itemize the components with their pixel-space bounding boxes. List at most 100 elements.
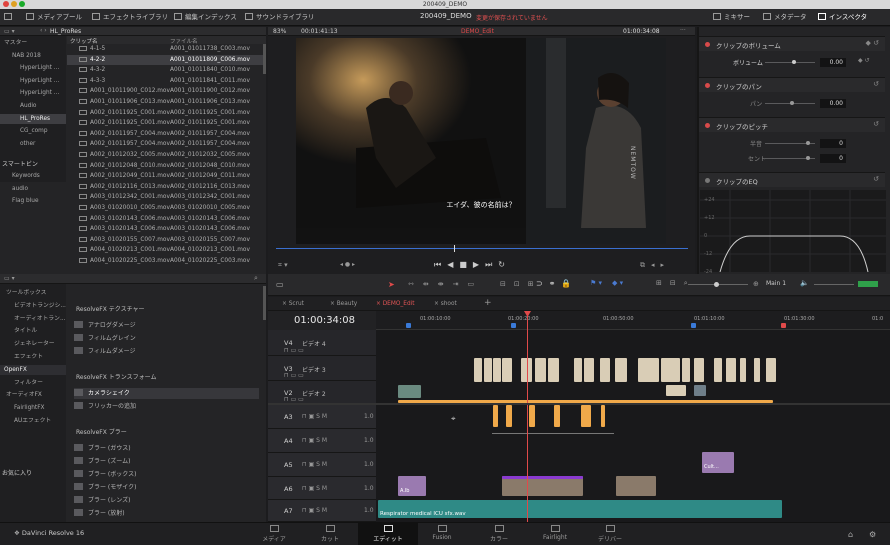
bin-item[interactable]: HL_ProRes (0, 113, 66, 124)
edit-tools[interactable]: ⇿⇹⇼⇥▭ (408, 280, 483, 288)
timeline-clip[interactable] (600, 358, 610, 382)
track-controls[interactable]: ⊓ ▭ ▭ (284, 347, 304, 354)
reset-icon[interactable]: ↺ (873, 175, 879, 183)
clip-row[interactable]: A004_01020213_C001.mov A004_01020213_C001… (67, 245, 263, 255)
clip-row[interactable]: A002_01012032_C005.mov A002_01012032_C005… (67, 150, 263, 160)
timeline-clip[interactable] (584, 358, 594, 382)
clip-row[interactable]: A003_01020143_C006.mov A003_01020143_C006… (67, 224, 263, 234)
inspector-button[interactable]: インスペクタ (818, 12, 867, 23)
panel-layout-icon[interactable]: ▭ ▾ (4, 275, 15, 282)
viewer-options-icon[interactable]: ··· (680, 27, 686, 34)
effects-tree-item[interactable]: タイトル (0, 326, 66, 336)
clip-row[interactable]: A002_01011925_C001.mov A002_01011925_C001… (67, 118, 263, 128)
effect-item[interactable]: フィルムダメージ (74, 346, 135, 357)
timeline-clip[interactable] (574, 358, 582, 382)
timeline-clip[interactable] (666, 385, 686, 396)
clip-row[interactable]: 4-3-2 A001_01011840_C010.mov (67, 65, 263, 75)
keyframe-icon[interactable]: ◆ ↺ (858, 57, 870, 64)
transport-controls[interactable]: ⏮◀■▶⏭↻ (434, 260, 511, 270)
timeline-marker-icon[interactable] (781, 323, 786, 328)
reset-icon[interactable]: ◆ ↺ (866, 39, 879, 47)
jog-control-icon[interactable]: ◂ ● ▸ (340, 261, 355, 268)
page-tab[interactable]: メディア (244, 522, 304, 545)
timeline-clip[interactable] (694, 358, 704, 382)
clip-row[interactable]: A002_01012049_C011.mov A002_01012049_C011… (67, 171, 263, 181)
clip-row[interactable]: A003_01020155_C007.mov A003_01020155_C007… (67, 235, 263, 245)
selection-tool-icon[interactable]: ➤ (388, 280, 395, 289)
clip-row[interactable]: A003_01012342_C001.mov A003_01012342_C001… (67, 192, 263, 202)
clip-row[interactable]: A002_01011957_C004.mov A002_01011957_C004… (67, 129, 263, 139)
timeline-clip[interactable] (535, 358, 546, 382)
reset-icon[interactable]: ↺ (873, 80, 879, 88)
a5-clip[interactable]: Cult... (702, 452, 734, 473)
smart-bin-item[interactable]: Keywords (0, 171, 66, 181)
flag-icon[interactable]: ⚑ ▾ (590, 279, 602, 287)
effect-item[interactable]: ブラー (レンズ) (74, 495, 130, 506)
timeline-tab[interactable]: × Beauty (326, 299, 361, 309)
timeline-tab[interactable]: × shoot (430, 299, 461, 309)
timeline-clip[interactable] (638, 358, 659, 382)
timeline-clip[interactable] (661, 358, 680, 382)
clip-volume-section[interactable]: クリップのボリューム ◆ ↺ (699, 36, 885, 51)
effect-item[interactable]: カメラシェイク (74, 388, 259, 399)
close-icon[interactable]: × (282, 301, 289, 307)
timeline-clip[interactable] (548, 358, 559, 382)
bin-item[interactable]: other (0, 139, 66, 149)
minimize-icon[interactable] (11, 1, 17, 7)
timeline-clip[interactable] (484, 358, 492, 382)
smart-bin-item[interactable]: audio (0, 184, 66, 194)
clip-row[interactable]: A001_01011906_C013.mov A001_01011906_C013… (67, 97, 263, 107)
master-volume-slider[interactable] (814, 284, 854, 285)
maximize-icon[interactable] (19, 1, 25, 7)
audio-track-controls[interactable]: ⊓ ▣ S M (302, 461, 327, 468)
v2-clip[interactable] (694, 385, 706, 396)
clip-row[interactable]: 4-1-5 A001_01011738_C003.mov (67, 44, 263, 54)
volume-icon[interactable]: 🔈 (800, 279, 809, 287)
cent-value[interactable]: 0 (820, 154, 846, 163)
effect-item[interactable]: ブラー (ズーム) (74, 456, 130, 467)
timeline-marker-icon[interactable] (406, 323, 411, 328)
viewer-scrub-bar[interactable] (276, 248, 688, 249)
audio-track-controls[interactable]: ⊓ ▣ S M (302, 413, 327, 420)
track-lanes[interactable]: Cult... A.lb Respirator medical ICU sfx.wa… (376, 330, 890, 522)
effects-tree-item[interactable]: OpenFX (0, 364, 66, 375)
volume-value[interactable]: 0.00 (820, 58, 846, 67)
a6-clip[interactable] (616, 476, 656, 496)
timeline-clip[interactable] (474, 358, 482, 382)
clip-row[interactable]: A003_01020143_C006.mov A003_01020143_C006… (67, 214, 263, 224)
timeline-ruler[interactable]: 01:00:10:00 01:00:20:00 01:00:50:00 01:01:1… (376, 311, 890, 330)
a6-clip[interactable] (502, 476, 583, 496)
effects-tree-item[interactable]: オーディオFX (0, 390, 66, 400)
sound-library-button[interactable]: サウンドライブラリ (245, 12, 315, 23)
bin-item[interactable]: CG_comp (0, 126, 66, 136)
marker-icon[interactable]: ◆ ▾ (612, 279, 623, 287)
close-icon[interactable]: × (376, 301, 383, 307)
effect-item[interactable]: アナログダメージ (74, 320, 136, 331)
timeline-clip[interactable] (615, 358, 627, 382)
close-icon[interactable]: × (434, 301, 441, 307)
pan-slider-handle[interactable] (790, 101, 794, 105)
page-tab[interactable]: Fusion (412, 522, 472, 545)
audio-track-controls[interactable]: ⊓ ▣ S M (302, 485, 327, 492)
timeline-clip[interactable] (682, 358, 690, 382)
timeline-clip[interactable] (714, 358, 722, 382)
main-track-select[interactable]: Main 1 (766, 280, 786, 287)
enable-toggle-icon[interactable] (705, 178, 710, 183)
a3-clip[interactable] (496, 405, 498, 427)
timeline-tab[interactable]: × DEMO_Edit (372, 299, 419, 309)
timeline-clip[interactable] (502, 358, 512, 382)
clip-pan-section[interactable]: クリップのパン ↺ (699, 77, 885, 92)
a3-clip[interactable] (601, 405, 605, 427)
bin-item[interactable]: マスター (0, 38, 66, 48)
volume-slider[interactable] (765, 62, 815, 63)
semitone-slider-handle[interactable] (806, 141, 810, 145)
page-tab[interactable]: Fairlight (525, 522, 585, 545)
search-icon[interactable]: ⌕ (254, 274, 258, 283)
workspace-toggle-icon[interactable] (4, 12, 15, 23)
effects-library-button[interactable]: エフェクトライブラリ (92, 12, 168, 23)
volume-slider-handle[interactable] (792, 60, 796, 64)
viewer-framing-icon[interactable]: ⌗ ▾ (278, 261, 288, 270)
bin-item[interactable]: HyperLight ... (0, 63, 66, 73)
clip-row[interactable]: 4-3-3 A001_01011841_C011.mov (67, 76, 263, 86)
metadata-button[interactable]: メタデータ (763, 12, 807, 23)
